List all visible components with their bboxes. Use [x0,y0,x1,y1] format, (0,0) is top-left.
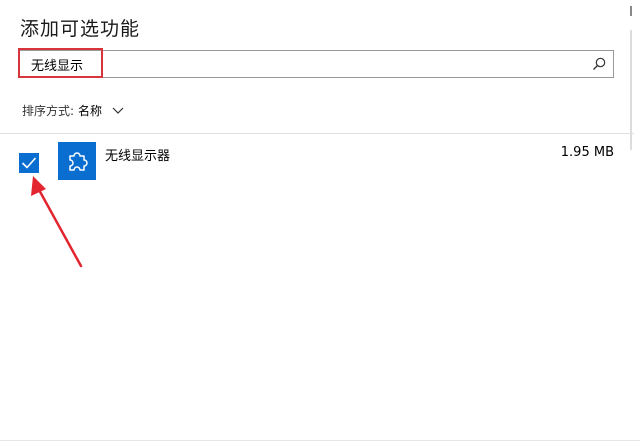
feature-name: 无线显示器 [105,149,171,164]
feature-row[interactable]: 无线显示器 1.95 MB [0,134,634,194]
dialog-title: 添加可选功能 [20,18,141,40]
window-edge-mark [630,6,632,16]
checkmark-icon [21,157,37,169]
sort-control[interactable]: 排序方式: 名称 [22,102,124,119]
search-input[interactable] [31,54,571,74]
puzzle-icon [69,152,88,171]
bottom-edge [0,440,640,441]
search-icon[interactable] [591,56,607,72]
scrollbar-track[interactable] [630,30,632,150]
sort-label: 排序方式: [22,104,75,118]
sort-value: 名称 [78,104,103,118]
feature-checkbox[interactable] [19,153,39,173]
chevron-down-icon [112,107,124,114]
search-highlight-annotation [18,48,103,78]
feature-tile [58,142,96,180]
feature-size: 1.95 MB [560,145,614,160]
search-box[interactable] [18,50,614,78]
